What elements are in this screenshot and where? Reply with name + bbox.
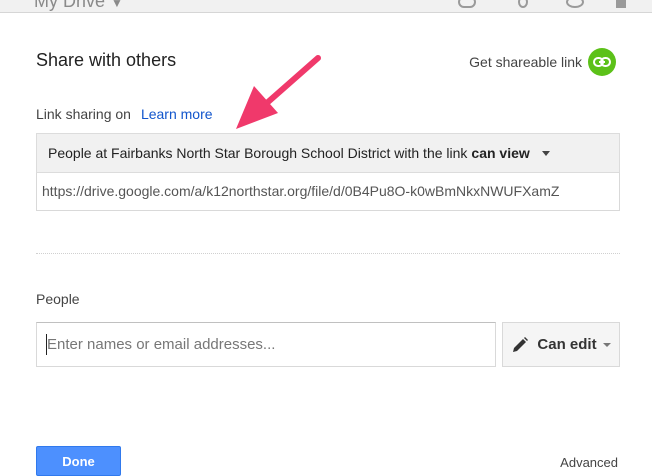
link-icon: [458, 0, 476, 8]
learn-more-link[interactable]: Learn more: [141, 106, 213, 122]
permission-dropdown-button[interactable]: Can edit: [502, 322, 620, 367]
access-permission-text: can view: [471, 145, 530, 161]
background-app-bar: My Drive ▼: [0, 0, 652, 12]
link-sharing-row: Link sharing on Learn more: [36, 106, 213, 122]
background-title: My Drive ▼: [34, 0, 123, 12]
trash-icon: [616, 0, 626, 8]
get-shareable-link-label: Get shareable link: [469, 54, 582, 70]
people-input[interactable]: [36, 322, 496, 367]
shareable-link-url[interactable]: https://drive.google.com/a/k12northstar.…: [36, 173, 620, 211]
pencil-icon: [513, 336, 529, 352]
link-glyph: [593, 57, 611, 67]
caret-down-icon: [541, 150, 550, 156]
dialog-title: Share with others: [36, 50, 177, 70]
advanced-link[interactable]: Advanced: [560, 455, 618, 470]
section-divider: [36, 253, 620, 254]
access-prefix-text: People at Fairbanks North Star Borough S…: [48, 145, 468, 161]
people-label: People: [36, 291, 80, 307]
add-person-icon: [518, 0, 528, 8]
done-button[interactable]: Done: [36, 446, 121, 476]
chevron-down-icon: ▼: [111, 0, 123, 10]
link-sharing-label: Link sharing on: [36, 106, 131, 122]
link-access-dropdown[interactable]: People at Fairbanks North Star Borough S…: [36, 133, 620, 173]
text-cursor: [46, 334, 47, 355]
caret-down-icon: [602, 342, 611, 347]
get-shareable-link-button[interactable]: Get shareable link: [469, 48, 616, 76]
link-icon[interactable]: [588, 48, 616, 76]
preview-icon: [566, 0, 584, 8]
share-dialog: [0, 12, 652, 476]
permission-label: Can edit: [537, 336, 597, 353]
